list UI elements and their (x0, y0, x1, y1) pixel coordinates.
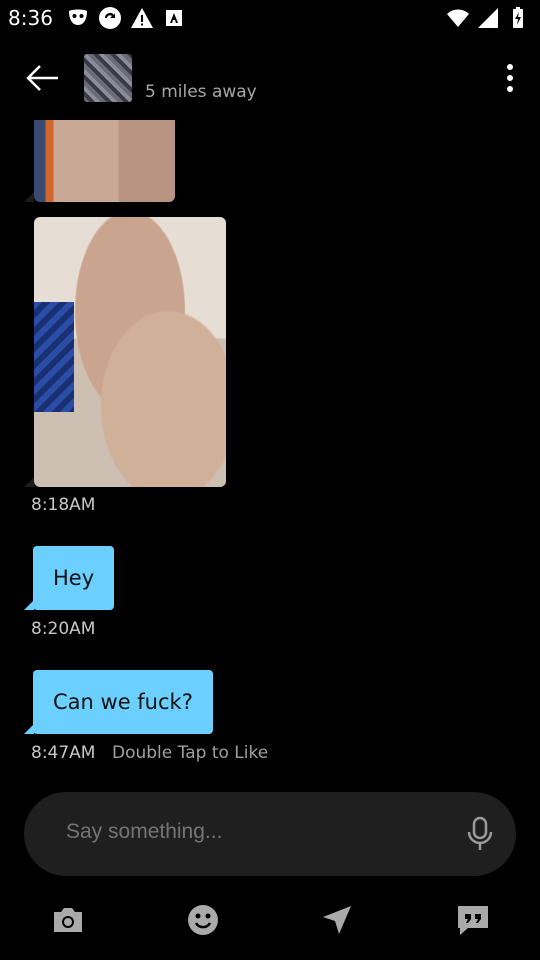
microphone-icon[interactable] (466, 816, 494, 852)
grindr-mask-icon (69, 9, 87, 25)
photo-message[interactable] (34, 120, 175, 202)
photo-message[interactable] (34, 217, 226, 487)
chat-messages[interactable]: 8:18AM Hey 8:20AM Can we fuck? 8:47AM Do… (0, 120, 540, 785)
signal-icon (478, 8, 498, 28)
camera-icon (54, 908, 82, 932)
message-text: Can we fuck? (53, 690, 193, 714)
status-bar: 8:36 (0, 0, 540, 36)
message-bubble[interactable]: Hey (33, 546, 115, 610)
emoji-icon (188, 905, 218, 935)
location-icon (323, 906, 351, 934)
saved-phrases-icon (458, 906, 488, 935)
message-text: Hey (53, 566, 95, 590)
message-bubble[interactable]: Can we fuck? (33, 670, 213, 734)
message-time: 8:18AM (31, 495, 96, 515)
back-arrow-icon[interactable] (24, 62, 60, 94)
a-box-icon (166, 10, 182, 26)
double-tap-hint: Double Tap to Like (112, 743, 269, 763)
distance-label: 5 miles away (145, 82, 257, 102)
message-input[interactable] (66, 820, 426, 844)
warning-icon (131, 8, 153, 28)
message-time: 8:47AM (31, 743, 96, 763)
emoji-button[interactable] (183, 900, 223, 940)
message-time: 8:20AM (31, 619, 96, 639)
status-time: 8:36 (8, 6, 53, 30)
location-button[interactable] (317, 900, 357, 940)
bubble-tail (24, 192, 34, 202)
saved-phrases-button[interactable] (453, 900, 493, 940)
bubble-tail (24, 477, 34, 487)
chat-header: 5 miles away (0, 36, 540, 120)
avatar[interactable] (84, 54, 132, 102)
wifi-icon (447, 9, 469, 27)
bubble-tail (24, 724, 34, 734)
chat-toolbar (0, 890, 540, 950)
battery-icon (513, 7, 523, 28)
camera-button[interactable] (48, 900, 88, 940)
sync-icon (99, 7, 121, 29)
more-vert-icon[interactable] (504, 62, 516, 94)
message-composer[interactable] (24, 792, 516, 876)
bubble-tail (24, 600, 34, 610)
